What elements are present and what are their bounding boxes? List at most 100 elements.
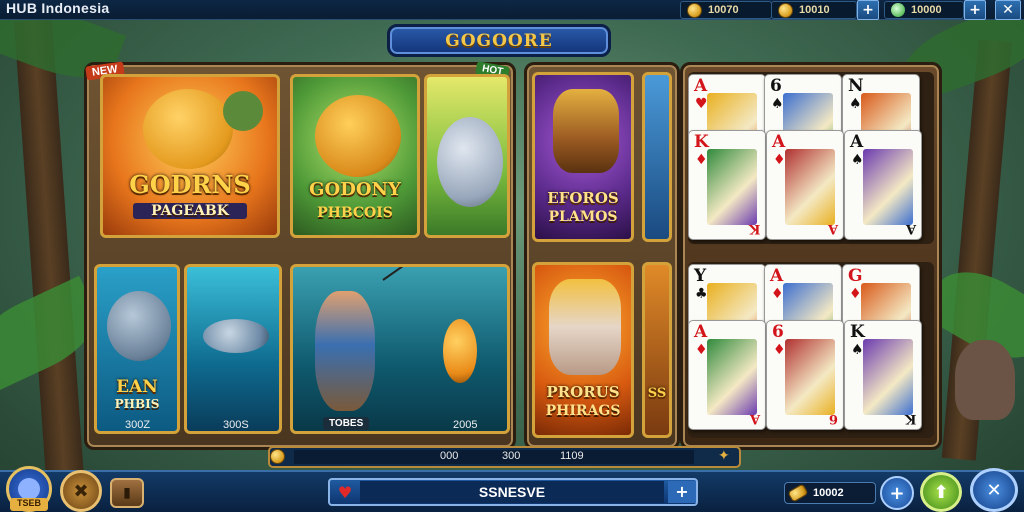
card-rank: A: [770, 266, 784, 286]
gem-icon: [891, 3, 905, 17]
game-jackpot: 300Z: [125, 419, 151, 431]
game-subtitle: PHBIS: [114, 397, 160, 411]
game-card-godony[interactable]: GODONY PHBCOIS: [290, 74, 420, 238]
card-rank-bottom: A: [905, 221, 916, 236]
game-card-rhino[interactable]: [424, 74, 510, 238]
card-rank: A: [850, 132, 864, 152]
card-rank-bottom: K: [748, 221, 760, 236]
tiki-icon: [553, 89, 619, 173]
card-rank: N: [848, 76, 864, 96]
card-rank: G: [848, 266, 863, 286]
card-artwork: [863, 149, 913, 225]
jackpot-progress-bar: 000 300 1109 ✦: [268, 446, 741, 468]
tools-button[interactable]: ✖: [60, 470, 102, 512]
game-tag: TOBES: [323, 417, 370, 430]
star-icon: ✦: [718, 448, 730, 464]
tools-icon: ✖: [73, 480, 89, 502]
fish-icon: [203, 319, 269, 353]
fisherman-icon: [315, 291, 375, 411]
playing-card[interactable]: K ♦ K: [688, 130, 766, 240]
card-suit: ♠: [851, 342, 864, 358]
goblin-icon: [223, 91, 263, 131]
settings-button[interactable]: ✕: [970, 468, 1018, 512]
monster-icon: [143, 89, 233, 169]
game-title: PRORUS: [546, 383, 620, 401]
card-suit: ♦: [849, 286, 862, 302]
card-artwork: [863, 339, 913, 415]
card-rank: A: [694, 322, 708, 342]
game-card-fishing[interactable]: TOBES 2005: [290, 264, 510, 434]
game-title: GODONY: [309, 179, 401, 200]
card-rank: Y: [694, 266, 707, 286]
playing-card[interactable]: A♦A: [766, 130, 844, 240]
game-card-prorus[interactable]: PRORUS PHIRAGS: [532, 262, 634, 438]
card-rank-bottom: 6: [828, 411, 838, 426]
center-label: SSNESVE: [360, 481, 664, 503]
avatar-badge: TSEB: [10, 498, 48, 511]
playing-card[interactable]: K ♠ K: [844, 320, 922, 430]
strip-label: SS: [647, 386, 667, 401]
card-suit: ♠: [851, 152, 864, 168]
shop-button[interactable]: ▮: [110, 478, 144, 508]
card-rank-bottom: K: [904, 411, 916, 426]
game-title: GODRNS: [129, 170, 251, 199]
card-rank-bottom: A: [827, 221, 838, 236]
playing-card[interactable]: 6 ♦ 6: [766, 320, 844, 430]
monster-icon: [315, 95, 401, 177]
game-subtitle: PAGEABK: [133, 203, 247, 219]
progress-track: [294, 450, 694, 464]
card-artwork: [707, 339, 757, 415]
game-card-godrns[interactable]: GODRNS PAGEABK: [100, 74, 280, 238]
game-title: EFOROS: [547, 189, 619, 207]
card-suit: ♣: [695, 286, 708, 302]
rhino-icon: [437, 117, 503, 207]
card-suit: ♦: [771, 286, 784, 302]
card-suit: ♦: [773, 152, 786, 168]
card-suit: ♦: [695, 152, 708, 168]
center-plus-button[interactable]: +: [668, 481, 696, 503]
card-artwork: [785, 149, 835, 225]
card-suit: ♦: [695, 342, 708, 358]
game-title: EAN: [116, 377, 158, 397]
card-rank-bottom: A: [749, 411, 760, 426]
card-rank: 6: [770, 76, 782, 96]
goldfish-icon: [443, 319, 477, 383]
chief-icon: [549, 279, 621, 375]
game-subtitle: PHIRAGS: [545, 403, 621, 419]
game-jackpot: 2005: [453, 419, 478, 431]
gem-counter: 10000: [884, 1, 964, 19]
game-card-strip-top[interactable]: [642, 72, 672, 242]
fishing-rod: [382, 267, 450, 281]
game-card-eforos[interactable]: EFOROS PLAMOS: [532, 72, 634, 242]
lobby-title-banner: GOGOORE: [387, 24, 611, 57]
card-suit: ♦: [773, 342, 786, 358]
center-action-bar[interactable]: ♥ SSNESVE +: [328, 478, 698, 506]
coin-counter-1: 10070: [680, 1, 772, 19]
add-balance-button[interactable]: +: [880, 476, 914, 510]
progress-value-3: 1109: [560, 450, 584, 462]
card-rank: K: [694, 132, 709, 152]
add-gems-button[interactable]: +: [964, 0, 986, 20]
coin-value-2: 10010: [799, 4, 830, 16]
add-coins-button[interactable]: +: [857, 0, 879, 20]
shop-icon: ▮: [123, 485, 131, 501]
coin-icon: [778, 2, 793, 18]
wrench-icon: ✕: [986, 479, 1002, 501]
coin-icon: [270, 449, 285, 464]
game-card-strip-bottom[interactable]: SS: [642, 262, 672, 438]
play-button[interactable]: ⬆: [920, 472, 962, 512]
card-suit: ♥: [695, 96, 708, 112]
close-button[interactable]: ✕: [995, 0, 1021, 20]
game-card-ean[interactable]: EAN PHBIS 300Z: [94, 264, 180, 434]
coin-value-1: 10070: [708, 4, 739, 16]
card-suit: ♠: [771, 96, 784, 112]
progress-value-1: 000: [440, 450, 459, 462]
balance-display: 10002: [784, 482, 876, 504]
playing-card[interactable]: A ♠ A: [844, 130, 922, 240]
coin-icon: [687, 2, 702, 18]
fish-monster-icon: [107, 291, 171, 361]
brand-title: HUB Indonesia: [6, 0, 110, 16]
game-card-fish[interactable]: 300S: [184, 264, 282, 434]
playing-card[interactable]: A♦A: [688, 320, 766, 430]
coin-counter-2: 10010: [771, 1, 857, 19]
